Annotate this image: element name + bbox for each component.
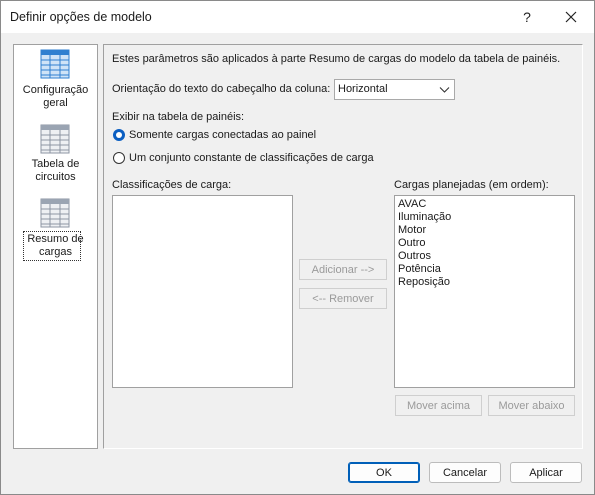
move-up-button[interactable]: Mover acima — [395, 395, 482, 416]
add-button[interactable]: Adicionar --> — [299, 259, 387, 280]
sidebar-item-label: circuitos — [35, 171, 76, 183]
list-item[interactable]: Reposição — [398, 276, 450, 289]
window-title: Definir opções de modelo — [10, 10, 152, 24]
radio-constant-label[interactable]: Um conjunto constante de classificações … — [129, 152, 374, 164]
orientation-select[interactable]: Horizontal — [334, 79, 455, 100]
list-item[interactable]: Outro — [398, 237, 426, 250]
grid-table-icon — [40, 49, 70, 79]
sidebar-item-circuits[interactable]: Tabela de circuitos — [14, 121, 97, 191]
move-down-button[interactable]: Mover abaixo — [488, 395, 575, 416]
planned-loads-list[interactable]: AVAC Iluminação Motor Outro Outros Potên… — [394, 195, 575, 388]
show-in-panel-label: Exibir na tabela de painéis: — [112, 111, 245, 123]
radio-connected-label[interactable]: Somente cargas conectadas ao painel — [129, 129, 316, 141]
sidebar-item-label: geral — [43, 97, 68, 109]
load-summary-panel: Estes parâmetros são aplicados à parte R… — [103, 44, 583, 449]
sidebar-item-general[interactable]: Configuração geral — [14, 45, 97, 115]
options-sidebar: Configuração geral Tabela de circuitos R… — [13, 44, 98, 449]
ok-button[interactable]: OK — [348, 462, 420, 483]
cancel-button[interactable]: Cancelar — [429, 462, 501, 483]
grid-table-icon — [40, 198, 70, 228]
chevron-down-icon — [439, 87, 450, 93]
sidebar-item-label: Tabela de — [31, 158, 80, 170]
orientation-value: Horizontal — [338, 83, 388, 95]
grid-table-icon — [40, 124, 70, 154]
planned-loads-label: Cargas planejadas (em ordem): — [394, 179, 549, 191]
list-item[interactable]: Potência — [398, 263, 441, 276]
remove-button[interactable]: <-- Remover — [299, 288, 387, 309]
list-item[interactable]: Motor — [398, 224, 426, 237]
classifications-label: Classificações de carga: — [112, 179, 232, 191]
radio-connected-loads[interactable] — [113, 129, 125, 141]
selection-focus-rect — [23, 231, 81, 261]
list-item[interactable]: AVAC — [398, 198, 426, 211]
apply-button[interactable]: Aplicar — [510, 462, 582, 483]
sidebar-item-label: Configuração — [22, 84, 89, 96]
radio-constant-set[interactable] — [113, 152, 125, 164]
classifications-list[interactable] — [112, 195, 293, 388]
close-icon — [565, 11, 577, 23]
list-item[interactable]: Outros — [398, 250, 431, 263]
title-bar: Definir opções de modelo ? — [1, 1, 594, 33]
orientation-label: Orientação do texto do cabeçalho da colu… — [112, 83, 331, 95]
help-button[interactable]: ? — [505, 1, 549, 33]
dialog-window: Definir opções de modelo ? Configuração … — [0, 0, 595, 495]
close-button[interactable] — [549, 1, 593, 33]
description-text: Estes parâmetros são aplicados à parte R… — [112, 53, 561, 65]
list-item[interactable]: Iluminação — [398, 211, 451, 224]
